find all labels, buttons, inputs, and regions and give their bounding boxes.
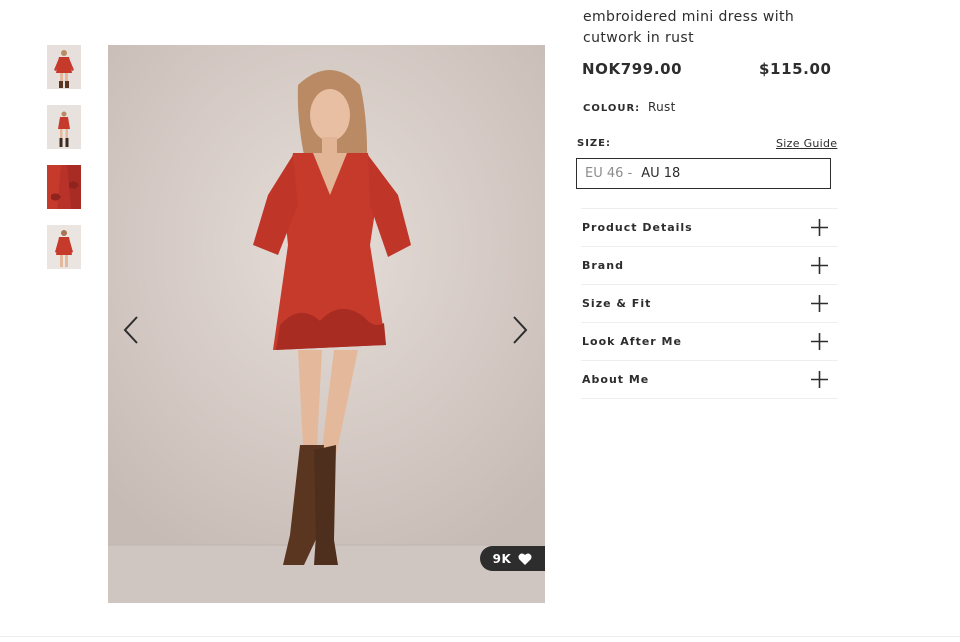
accordion-size-fit[interactable]: Size & Fit (581, 285, 838, 323)
thumbnail-4-image (47, 225, 81, 269)
size-label: SIZE: (577, 138, 612, 149)
accordion-label: Look After Me (582, 335, 682, 348)
thumbnail-1[interactable] (47, 45, 81, 89)
thumbnail-2[interactable] (47, 105, 81, 149)
accordion-brand[interactable]: Brand (581, 247, 838, 285)
accordion-product-details[interactable]: Product Details (581, 209, 838, 247)
footer-divider (0, 636, 960, 637)
like-count: 9K (492, 551, 512, 566)
chevron-left-icon (123, 316, 138, 344)
price-converted: $115.00 (759, 60, 832, 78)
accordion-label: About Me (582, 373, 650, 386)
chevron-right-icon (513, 316, 528, 344)
main-product-image[interactable]: 9K (108, 45, 545, 603)
colour-row: COLOUR: Rust (583, 100, 676, 114)
size-select[interactable]: EU 46 - AU 18 (576, 158, 831, 189)
next-image-button[interactable] (505, 315, 535, 345)
plus-icon (811, 371, 828, 388)
plus-icon (811, 295, 828, 312)
heart-icon (518, 553, 532, 565)
product-accordion: Product Details Brand Size & Fit Look Af… (581, 208, 838, 399)
colour-value: Rust (648, 100, 676, 114)
thumbnail-2-image (47, 105, 81, 149)
previous-image-button[interactable] (116, 315, 146, 345)
plus-icon (811, 333, 828, 350)
accordion-label: Brand (582, 259, 624, 272)
like-button[interactable]: 9K (480, 546, 545, 571)
accordion-look-after-me[interactable]: Look After Me (581, 323, 838, 361)
accordion-label: Size & Fit (582, 297, 652, 310)
product-photo (108, 45, 545, 603)
plus-icon (811, 257, 828, 274)
product-title: embroidered mini dress with cutwork in r… (583, 9, 795, 46)
size-guide-link[interactable]: Size Guide (776, 137, 837, 150)
accordion-about-me[interactable]: About Me (581, 361, 838, 399)
size-selected-au: AU 18 (641, 166, 681, 181)
thumbnail-4[interactable] (47, 225, 81, 269)
thumbnail-3-image (47, 165, 81, 209)
accordion-label: Product Details (582, 221, 693, 234)
thumbnail-3[interactable] (47, 165, 81, 209)
colour-label: COLOUR: (583, 103, 641, 114)
price-current: NOK799.00 (582, 60, 683, 78)
thumbnail-1-image (47, 45, 81, 89)
size-selected-eu: EU 46 - (585, 166, 633, 181)
plus-icon (811, 219, 828, 236)
